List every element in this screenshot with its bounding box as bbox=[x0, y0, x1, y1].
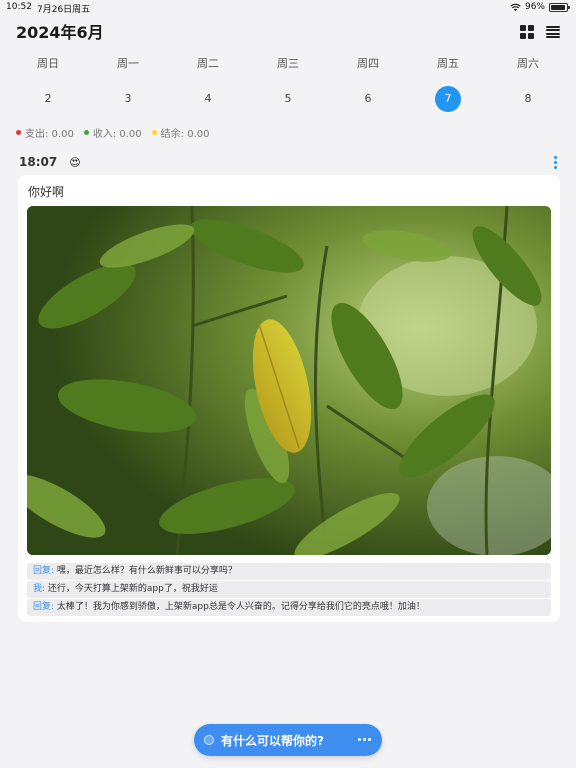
month-title[interactable]: 2024年6月 bbox=[16, 22, 560, 44]
day-column[interactable]: 周一 3 bbox=[88, 56, 168, 112]
reply-text: 还行，今天打算上架新的app了，祝我好运 bbox=[45, 584, 218, 594]
list-view-icon[interactable] bbox=[546, 25, 560, 39]
selected-day-number[interactable]: 7 bbox=[435, 86, 461, 112]
income-summary: 收入: 0.00 bbox=[83, 125, 142, 140]
entry-header: 18:07 😍 bbox=[19, 154, 557, 170]
day-column[interactable]: 周三 5 bbox=[248, 56, 328, 112]
wifi-icon bbox=[510, 3, 521, 11]
weekday-label: 周五 bbox=[437, 57, 459, 70]
weekday-label: 周四 bbox=[357, 57, 379, 70]
reply-author: 回复: bbox=[33, 566, 55, 576]
expense-label: 支出: 0.00 bbox=[25, 129, 74, 140]
reply-item[interactable]: 我: 还行，今天打算上架新的app了，祝我好运 bbox=[27, 581, 551, 598]
battery-level bbox=[551, 4, 566, 10]
reply-item[interactable]: 回复: 嘿，最近怎么样？有什么新鲜事可以分享吗？ bbox=[27, 563, 551, 580]
day-number[interactable]: 8 bbox=[515, 86, 541, 112]
balance-summary: 结余: 0.00 bbox=[151, 125, 210, 140]
reply-item[interactable]: 回复: 太棒了！我为你感到骄傲，上架新app总是令人兴奋的。记得分享给我们它的亮… bbox=[27, 599, 551, 616]
assistant-icon bbox=[204, 735, 214, 745]
day-number[interactable]: 6 bbox=[355, 86, 381, 112]
reply-text: 太棒了！我为你感到骄傲，上架新app总是令人兴奋的。记得分享给我们它的亮点哦！加… bbox=[54, 602, 425, 612]
entry-title: 你好啊 bbox=[28, 185, 65, 199]
more-horizontal-icon[interactable] bbox=[358, 738, 371, 741]
weekday-label: 周一 bbox=[117, 57, 139, 70]
day-number[interactable]: 4 bbox=[195, 86, 221, 112]
status-time: 10:52 bbox=[6, 2, 32, 12]
status-indicators: 96% bbox=[510, 2, 570, 12]
day-column[interactable]: 周日 2 bbox=[8, 56, 88, 112]
ai-assistant-button[interactable]: 有什么可以帮你的? bbox=[194, 724, 382, 756]
header-actions bbox=[520, 25, 560, 39]
reply-text: 嘿，最近怎么样？有什么新鲜事可以分享吗？ bbox=[54, 566, 237, 576]
grid-view-icon[interactable] bbox=[520, 25, 534, 39]
balance-dot-icon bbox=[151, 130, 157, 135]
leaves-photo-image bbox=[27, 206, 551, 555]
day-number[interactable]: 3 bbox=[115, 86, 141, 112]
weekday-label: 周六 bbox=[517, 57, 539, 70]
battery-percent: 96% bbox=[524, 2, 545, 12]
day-column[interactable]: 周四 6 bbox=[328, 56, 408, 112]
day-column[interactable]: 周五 7 bbox=[408, 56, 488, 112]
status-date: 7月26日周五 bbox=[37, 5, 91, 15]
battery-icon bbox=[549, 2, 570, 12]
day-column[interactable]: 周二 4 bbox=[168, 56, 248, 112]
entry-time: 18:07 bbox=[19, 155, 58, 169]
balance-label: 结余: 0.00 bbox=[160, 129, 210, 140]
diary-entry-card[interactable]: 你好啊 回复: 嘿，最近怎么样？有什么新鲜事可以分享吗？ 我: 还行，今天打算上… bbox=[18, 175, 560, 622]
status-bar: 10:52 7月26日周五 96% bbox=[0, 0, 576, 16]
mood-emoji-icon: 😍 bbox=[69, 155, 81, 169]
expense-dot-icon bbox=[16, 130, 21, 135]
weekday-label: 周三 bbox=[277, 57, 299, 70]
assistant-label: 有什么可以帮你的? bbox=[221, 734, 324, 748]
weekday-label: 周二 bbox=[197, 57, 219, 70]
reply-author: 我: bbox=[33, 584, 46, 594]
money-summary: 支出: 0.00 收入: 0.00 结余: 0.00 bbox=[16, 125, 209, 140]
reply-list: 回复: 嘿，最近怎么样？有什么新鲜事可以分享吗？ 我: 还行，今天打算上架新的ap… bbox=[27, 563, 551, 617]
expense-summary: 支出: 0.00 bbox=[16, 125, 74, 140]
day-column[interactable]: 周六 8 bbox=[488, 56, 568, 112]
header: 2024年6月 bbox=[16, 22, 560, 44]
reply-author: 回复: bbox=[33, 602, 55, 612]
income-dot-icon bbox=[83, 130, 89, 135]
day-number[interactable]: 5 bbox=[275, 86, 301, 112]
entry-photo[interactable] bbox=[27, 206, 551, 555]
more-options-icon[interactable] bbox=[554, 156, 557, 169]
income-label: 收入: 0.00 bbox=[92, 129, 142, 140]
weekday-label: 周日 bbox=[37, 57, 59, 70]
day-number[interactable]: 2 bbox=[35, 86, 61, 112]
week-strip: 周日 2 周一 3 周二 4 周三 5 周四 6 周五 7 周六 8 bbox=[8, 56, 568, 112]
